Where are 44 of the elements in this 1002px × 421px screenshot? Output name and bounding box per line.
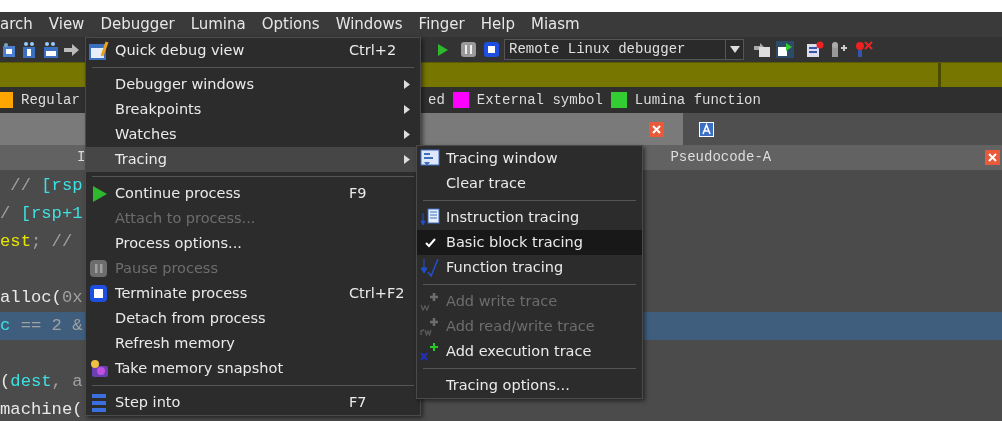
menu-item[interactable]: Finger xyxy=(410,12,473,37)
shortcut-label: Ctrl+F2 xyxy=(349,283,405,303)
legend-label: External symbol xyxy=(476,90,603,110)
menu-item[interactable]: Lumina xyxy=(182,12,254,37)
menu-item[interactable]: Breakpoints xyxy=(86,97,420,122)
menu-item[interactable]: Quick debug view Ctrl+2 xyxy=(86,38,420,63)
menu-item[interactable]: Options xyxy=(253,12,328,37)
legend-label: Regular xyxy=(21,90,80,110)
menu-item[interactable]: Debugger xyxy=(92,12,183,37)
legend-label: ed xyxy=(428,90,445,110)
code-line: / [rsp+1 xyxy=(0,204,83,223)
code-line: (dest, a xyxy=(0,372,83,391)
menu-item[interactable]: Terminate process Ctrl+F2 xyxy=(86,281,420,306)
menu-item[interactable]: arch xyxy=(0,12,41,37)
shortcut-label: Ctrl+2 xyxy=(349,40,397,60)
menu-item[interactable]: Take memory snapshot xyxy=(86,356,420,381)
menu-item[interactable]: Detach from process xyxy=(86,306,420,331)
menu-item[interactable]: Windows xyxy=(327,12,411,37)
code-line: machine( xyxy=(0,400,83,419)
menu-item[interactable]: Help xyxy=(472,12,523,37)
menu-item[interactable]: Function tracing xyxy=(417,255,642,280)
shortcut-label: F9 xyxy=(349,183,367,203)
code-line: alloc(0x xyxy=(0,288,83,307)
menu-item[interactable]: Continue process F9 xyxy=(86,181,420,206)
menu-item[interactable]: Debugger windows xyxy=(86,72,420,97)
menu-item[interactable]: Process options... xyxy=(86,231,420,256)
menu-item[interactable]: View xyxy=(40,12,93,37)
legend-label: Lumina function xyxy=(634,90,761,110)
menu-item[interactable]: Miasm xyxy=(522,12,588,37)
tab-label[interactable]: Pseudocode-A xyxy=(670,147,772,168)
menu-item[interactable]: Tracing window xyxy=(417,146,642,171)
menu-item[interactable]: Step into F7 xyxy=(86,390,420,415)
code-line: est; // xyxy=(0,232,73,251)
code-line: c == 2 & xyxy=(0,316,83,335)
code-line: // [rsp xyxy=(9,176,83,195)
menu-item[interactable]: Basic block tracing xyxy=(417,230,642,255)
debugger-select[interactable]: Remote Linux debugger xyxy=(504,39,726,60)
menu-item[interactable]: Instruction tracing xyxy=(417,205,642,230)
menu-item[interactable]: Clear trace xyxy=(417,171,642,196)
menu-item[interactable]: Tracing options... xyxy=(417,373,642,398)
shortcut-label: F7 xyxy=(349,392,367,412)
tab-label[interactable]: I xyxy=(77,147,86,168)
menu-item[interactable]: Add execution trace xyxy=(417,339,642,364)
menu-item[interactable]: Refresh memory xyxy=(86,331,420,356)
